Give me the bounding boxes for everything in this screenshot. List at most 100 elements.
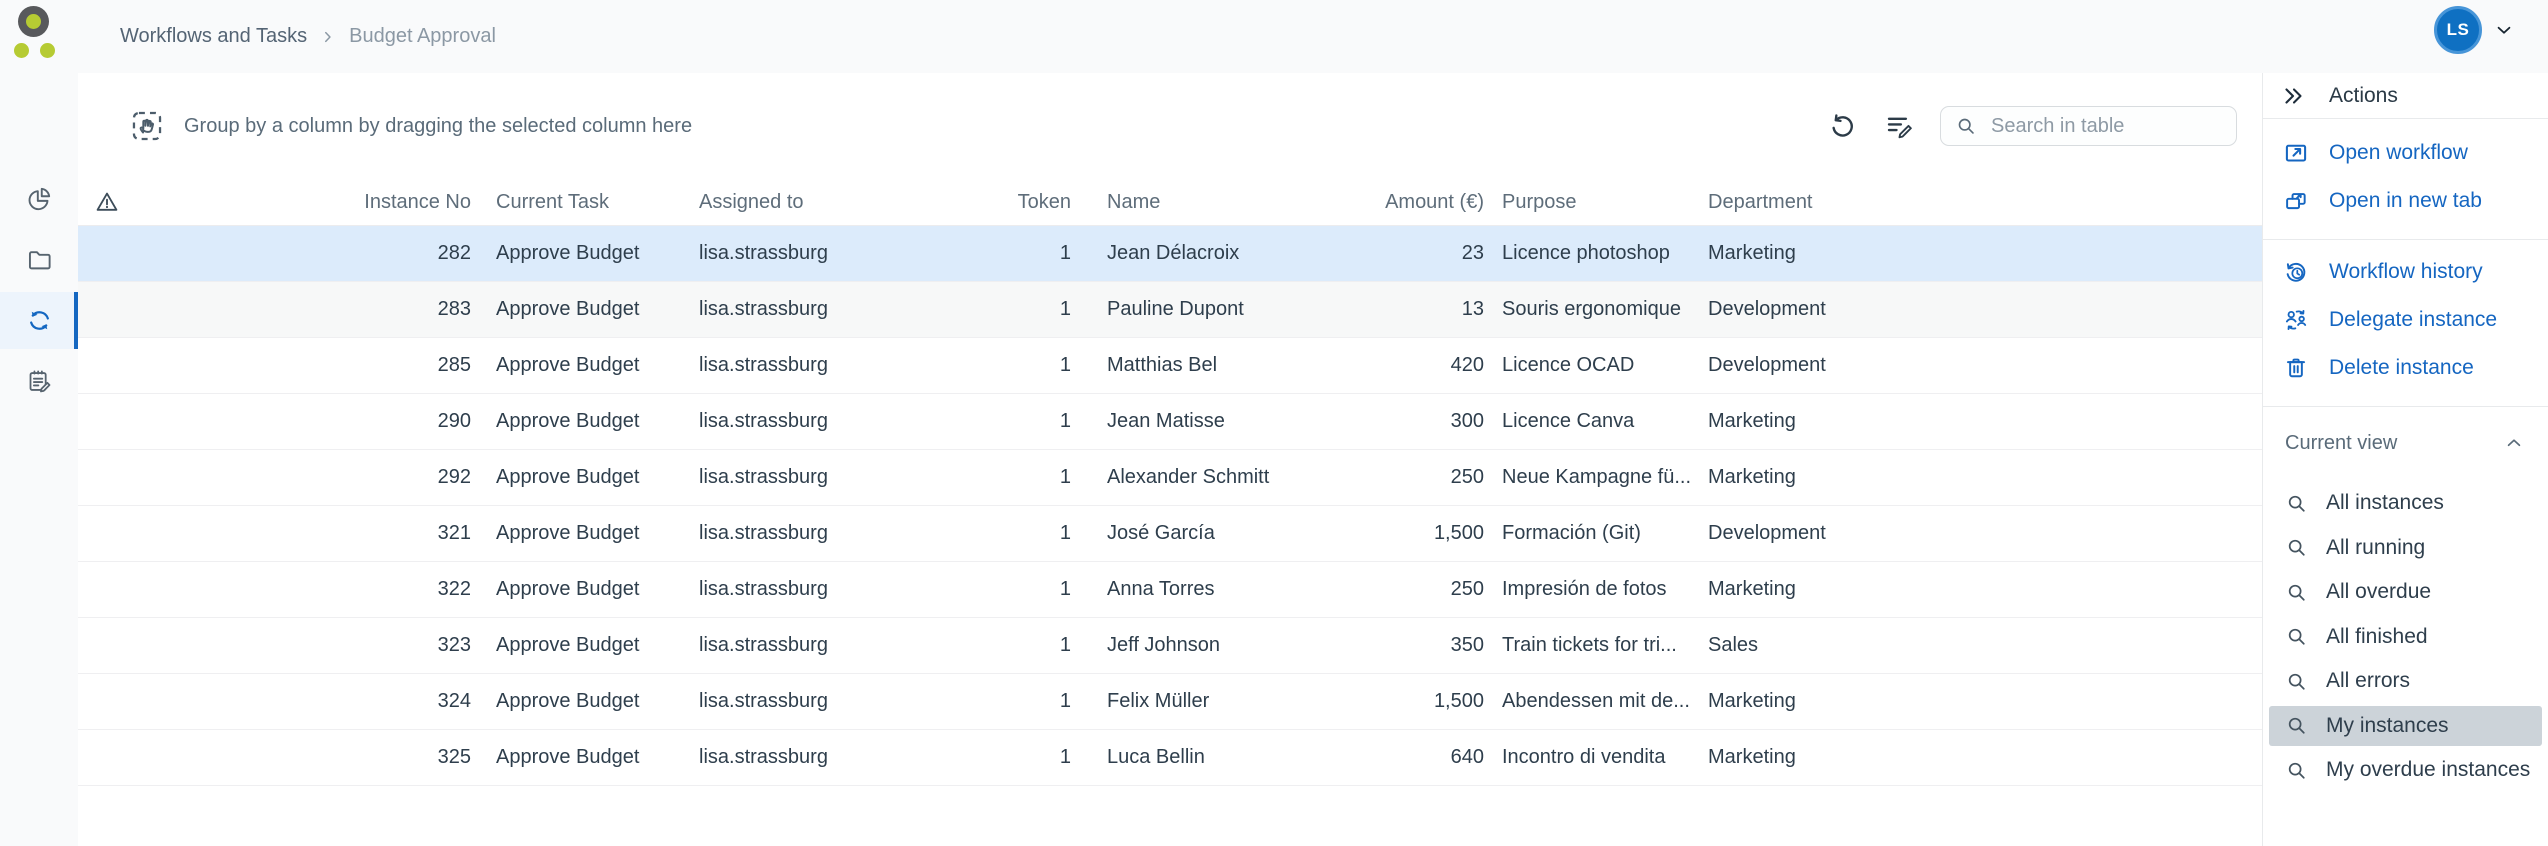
cell-purpose: Abendessen mit de... — [1484, 674, 1690, 730]
cell-amount: 1,500 — [1371, 674, 1484, 730]
cell-name: José García — [1071, 506, 1371, 562]
sidebar-item-documents[interactable] — [0, 231, 78, 288]
search-icon — [2285, 670, 2308, 693]
open-workflow-action[interactable]: Open workflow — [2263, 129, 2548, 177]
search-icon — [1955, 115, 1977, 137]
current-view-header: Current view — [2263, 415, 2548, 471]
warning-column-header[interactable] — [78, 180, 138, 226]
table-row[interactable]: 285 Approve Budget lisa.strassburg 1 Mat… — [78, 338, 2262, 394]
open-in-new-tab-action[interactable]: Open in new tab — [2263, 177, 2548, 225]
table-toolbar: Group by a column by dragging the select… — [78, 73, 2262, 180]
sidebar-item-tasks[interactable] — [0, 353, 78, 410]
cell-amount: 350 — [1371, 618, 1484, 674]
cell-current-task: Approve Budget — [471, 394, 699, 450]
cell-warning — [78, 618, 138, 674]
cell-warning — [78, 450, 138, 506]
cell-name: Felix Müller — [1071, 674, 1371, 730]
view-all-overdue[interactable]: All overdue — [2269, 572, 2542, 612]
table-row[interactable]: 322 Approve Budget lisa.strassburg 1 Ann… — [78, 562, 2262, 618]
breadcrumb-workflows-and-tasks[interactable]: Workflows and Tasks — [120, 25, 307, 48]
cell-department: Marketing — [1690, 674, 2262, 730]
history-icon — [2283, 259, 2309, 285]
col-purpose[interactable]: Purpose — [1484, 180, 1690, 226]
cell-amount: 250 — [1371, 450, 1484, 506]
reset-table-button[interactable] — [1828, 111, 1858, 141]
cell-department: Marketing — [1690, 730, 2262, 786]
cell-warning — [78, 338, 138, 394]
table-tools — [1828, 106, 2237, 146]
cell-purpose: Neue Kampagne fü... — [1484, 450, 1690, 506]
view-all-errors[interactable]: All errors — [2269, 661, 2542, 701]
cell-instance-no: 290 — [138, 394, 471, 450]
sync-icon — [26, 307, 53, 334]
drag-hand-icon — [130, 109, 164, 143]
col-token[interactable]: Token — [969, 180, 1071, 226]
cell-warning — [78, 562, 138, 618]
cell-name: Alexander Schmitt — [1071, 450, 1371, 506]
cell-instance-no: 321 — [138, 506, 471, 562]
view-all-finished[interactable]: All finished — [2269, 617, 2542, 657]
chevron-up-icon[interactable] — [2504, 433, 2524, 453]
sidebar-item-workflows[interactable] — [0, 292, 78, 349]
search-input[interactable] — [1989, 114, 2222, 139]
sidebar-item-dashboard[interactable] — [0, 170, 78, 227]
cell-token: 1 — [969, 450, 1071, 506]
cell-current-task: Approve Budget — [471, 674, 699, 730]
view-all-running[interactable]: All running — [2269, 528, 2542, 568]
table-row[interactable]: 325 Approve Budget lisa.strassburg 1 Luc… — [78, 730, 2262, 786]
workflow-history-action[interactable]: Workflow history — [2263, 248, 2548, 296]
user-menu[interactable]: LS — [2434, 3, 2514, 57]
cell-warning — [78, 226, 138, 282]
view-all-instances[interactable]: All instances — [2269, 483, 2542, 523]
current-view-title: Current view — [2285, 432, 2397, 455]
note-edit-icon — [26, 368, 53, 395]
delegate-instance-action[interactable]: Delegate instance — [2263, 296, 2548, 344]
pie-chart-icon — [26, 185, 53, 212]
collapse-panel-button[interactable] — [2281, 84, 2305, 108]
table-row[interactable]: 323 Approve Budget lisa.strassburg 1 Jef… — [78, 618, 2262, 674]
cell-purpose: Licence photoshop — [1484, 226, 1690, 282]
group-by-dropzone[interactable]: Group by a column by dragging the select… — [130, 106, 692, 146]
cell-assigned-to: lisa.strassburg — [699, 394, 969, 450]
cell-assigned-to: lisa.strassburg — [699, 618, 969, 674]
col-department[interactable]: Department — [1690, 180, 2262, 226]
edit-columns-button[interactable] — [1884, 111, 1914, 141]
table-row[interactable]: 324 Approve Budget lisa.strassburg 1 Fel… — [78, 674, 2262, 730]
delete-instance-action[interactable]: Delete instance — [2263, 344, 2548, 392]
chevron-down-icon — [2494, 20, 2514, 40]
cell-token: 1 — [969, 730, 1071, 786]
cell-token: 1 — [969, 394, 1071, 450]
action-group-open: Open workflow Open in new tab — [2263, 119, 2548, 239]
cell-name: Jean Délacroix — [1071, 226, 1371, 282]
col-name[interactable]: Name — [1071, 180, 1371, 226]
breadcrumb: Workflows and Tasks Budget Approval — [120, 0, 496, 73]
view-label: My overdue instances — [2326, 758, 2530, 782]
table-row[interactable]: 292 Approve Budget lisa.strassburg 1 Ale… — [78, 450, 2262, 506]
cell-current-task: Approve Budget — [471, 506, 699, 562]
actions-panel-title: Actions — [2329, 84, 2398, 108]
cell-warning — [78, 730, 138, 786]
cell-instance-no: 292 — [138, 450, 471, 506]
cell-assigned-to: lisa.strassburg — [699, 730, 969, 786]
table-row[interactable]: 282 Approve Budget lisa.strassburg 1 Jea… — [78, 226, 2262, 282]
table-row[interactable]: 321 Approve Budget lisa.strassburg 1 Jos… — [78, 506, 2262, 562]
cell-token: 1 — [969, 674, 1071, 730]
cell-current-task: Approve Budget — [471, 450, 699, 506]
cell-name: Luca Bellin — [1071, 730, 1371, 786]
cell-amount: 300 — [1371, 394, 1484, 450]
table-row[interactable]: 283 Approve Budget lisa.strassburg 1 Pau… — [78, 282, 2262, 338]
cell-department: Marketing — [1690, 450, 2262, 506]
cell-current-task: Approve Budget — [471, 562, 699, 618]
table-row[interactable]: 290 Approve Budget lisa.strassburg 1 Jea… — [78, 394, 2262, 450]
col-assigned-to[interactable]: Assigned to — [699, 180, 969, 226]
cell-name: Jeff Johnson — [1071, 618, 1371, 674]
app-sidebar — [0, 73, 78, 846]
cell-warning — [78, 674, 138, 730]
col-amount[interactable]: Amount (€) — [1371, 180, 1484, 226]
cell-token: 1 — [969, 618, 1071, 674]
view-my-instances[interactable]: My instances — [2269, 706, 2542, 746]
chevron-right-icon — [319, 28, 337, 46]
col-instance-no[interactable]: Instance No — [138, 180, 471, 226]
view-my-overdue-instances[interactable]: My overdue instances — [2269, 750, 2542, 790]
col-current-task[interactable]: Current Task — [471, 180, 699, 226]
